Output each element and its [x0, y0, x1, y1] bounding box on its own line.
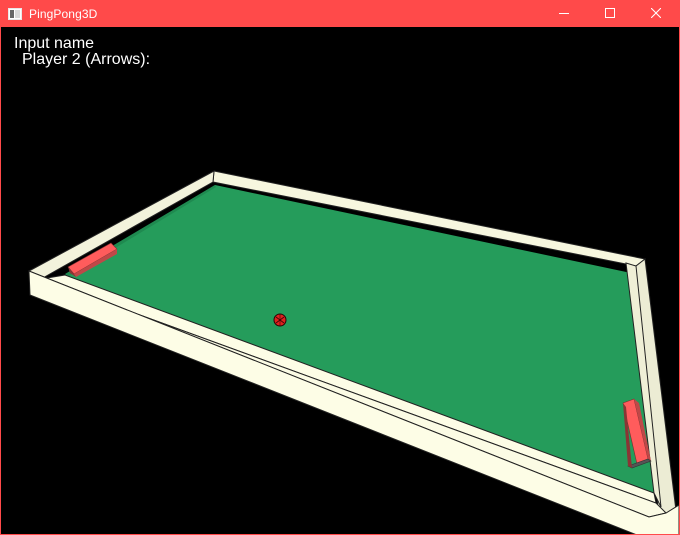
window-title: PingPong3D: [29, 7, 98, 21]
name-input-prompt: Input name Player 2 (Arrows):: [14, 36, 150, 68]
maximize-icon: [605, 5, 615, 23]
title-bar[interactable]: PingPong3D: [1, 1, 679, 27]
app-window: PingPong3D Input name Player 2 (Arrows):: [0, 0, 680, 535]
maximize-button[interactable]: [587, 1, 633, 27]
minimize-button[interactable]: [541, 1, 587, 27]
ball: [273, 313, 287, 327]
game-scene: [28, 170, 679, 534]
minimize-icon: [559, 5, 569, 23]
player-name-label[interactable]: Player 2 (Arrows):: [14, 52, 150, 68]
game-canvas[interactable]: Input name Player 2 (Arrows):: [1, 27, 679, 534]
prompt-heading: Input name: [14, 35, 95, 52]
app-window-icon: [7, 6, 23, 22]
close-button[interactable]: [633, 1, 679, 27]
close-icon: [650, 5, 662, 23]
